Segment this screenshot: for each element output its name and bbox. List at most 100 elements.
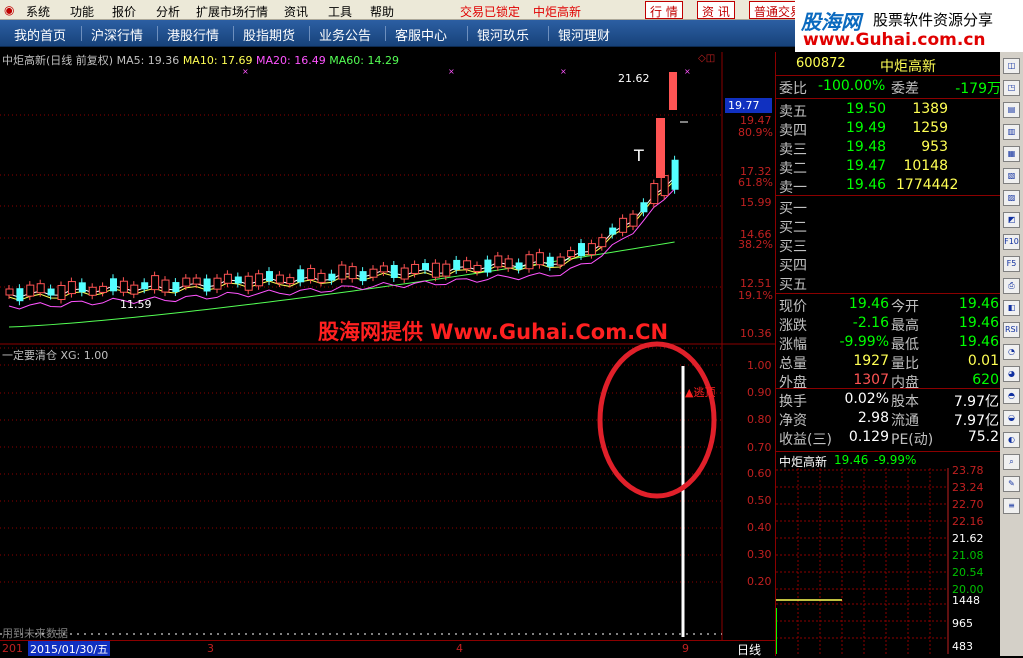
zoom-icon[interactable]: ⌕ — [1003, 454, 1020, 470]
ind-axis-2: 0.80 — [747, 413, 772, 426]
pct-axis-3: 19.1% — [738, 289, 773, 302]
escape-top-signal: ▲逃顶 — [685, 386, 716, 399]
menu-analysis[interactable]: 分析 — [156, 3, 180, 20]
compare-icon[interactable]: ▨ — [1003, 190, 1020, 206]
sell-level-3[interactable]: 卖三 19.48 953 — [776, 139, 1001, 158]
info-icon[interactable]: ◳ — [1003, 80, 1020, 96]
mini-axis-2: 22.70 — [952, 498, 984, 511]
macd-icon[interactable]: ◕ — [1003, 366, 1020, 382]
menu-function[interactable]: 功能 — [70, 3, 94, 20]
nav-hk[interactable]: 港股行情 — [167, 25, 219, 44]
mini-axis-4: 21.62 — [952, 532, 984, 545]
kline-icon[interactable]: ▥ — [1003, 124, 1020, 140]
stock-code: 600872 — [796, 56, 846, 71]
minute-chart-icon[interactable]: ▤ — [1003, 102, 1020, 118]
info-button[interactable]: 资 讯 — [697, 1, 735, 19]
svg-text:×: × — [560, 67, 567, 76]
watermark-text: 股海网提供 Www.Guhai.Com.CN — [318, 320, 669, 344]
search-icon[interactable]: ◐ — [1003, 432, 1020, 448]
quote-button[interactable]: 行 情 — [645, 1, 683, 19]
menu-tools[interactable]: 工具 — [328, 3, 352, 20]
nav-yinhe-licai[interactable]: 银河理财 — [558, 25, 610, 44]
month-9: 9 — [682, 642, 689, 655]
t-marker: T — [634, 146, 644, 165]
nav-home[interactable]: 我的首页 — [14, 25, 66, 44]
price-tag: 19.77 — [728, 99, 760, 112]
ind-axis-1: 0.90 — [747, 386, 772, 399]
sell-level-2[interactable]: 卖二 19.47 10148 — [776, 158, 1001, 177]
stat-row-7: 收益(三) 0.129 PE(动) 75.2 — [779, 429, 999, 448]
status-locked: 交易已锁定 — [460, 5, 521, 19]
ind-axis-6: 0.40 — [747, 521, 772, 534]
mini-vol-axis-1: 965 — [952, 617, 973, 630]
buy-level-1[interactable]: 买一 — [776, 198, 1001, 217]
ma10-label: MA10: 17.69 — [182, 54, 253, 67]
kd-icon[interactable]: ◔ — [1003, 344, 1020, 360]
cursor-date: 2015/01/30/五 — [28, 641, 111, 656]
date-left: 201 — [2, 642, 23, 655]
buy-level-2[interactable]: 买二 — [776, 217, 1001, 236]
ma60-label: MA60: 14.29 — [329, 54, 399, 67]
nav-futures[interactable]: 股指期货 — [243, 25, 295, 44]
nav-yinhe-jiule[interactable]: 银河玖乐 — [477, 25, 529, 44]
indicator-title: 一定要清仓 XG: 1.00 — [2, 349, 109, 362]
stock-icon[interactable]: ◫ — [1003, 58, 1020, 74]
logo-url: www.Guhai.com.cn — [803, 30, 986, 50]
pct-axis-2: 38.2% — [738, 238, 773, 251]
stat-row-1: 涨跌 -2.16 最高 19.46 — [779, 315, 999, 334]
ind-axis-5: 0.50 — [747, 494, 772, 507]
mini-vol-axis-0: 1448 — [952, 594, 980, 607]
candlesticks — [5, 72, 688, 306]
stat-row-6: 净资 2.98 流通 7.97亿 — [779, 410, 999, 429]
low-label: 11.59 — [120, 298, 152, 311]
sell-level-4[interactable]: 卖四 19.49 1259 — [776, 120, 1001, 139]
menu-system[interactable]: 系统 — [26, 3, 50, 20]
buy-level-5[interactable]: 买五 — [776, 274, 1001, 293]
menu-ext-market[interactable]: 扩展市场行情 — [196, 3, 268, 20]
trade-button[interactable]: 普通交易 — [749, 1, 797, 19]
weibi-row: 委比 -100.00% 委差 -179万 — [779, 78, 1001, 97]
chart-control-icon[interactable]: ◇◫ — [698, 53, 715, 64]
period-label[interactable]: 日线 — [737, 641, 761, 658]
high-label: 21.62 — [618, 72, 650, 85]
right-toolbar: ◫ ◳ ▤ ▥ ▦ ▧ ▨ ◩ F10 F5 ⎙ ◧ RSI ◔ ◕ ◓ ◒ ◐ ⌕ ✎ ≡ — [1000, 52, 1023, 656]
grid-icon[interactable]: ▦ — [1003, 146, 1020, 162]
menu-quote[interactable]: 报价 — [112, 3, 136, 20]
settings-icon[interactable]: ◓ — [1003, 388, 1020, 404]
nav-sh-sz[interactable]: 沪深行情 — [91, 25, 143, 44]
chart-title: 中炬高新(日线 前复权) — [2, 54, 114, 67]
mini-pct: -9.99% — [874, 453, 917, 467]
buy-level-4[interactable]: 买四 — [776, 255, 1001, 274]
tool-icon[interactable]: ✎ — [1003, 476, 1020, 492]
window-icon[interactable]: ◒ — [1003, 410, 1020, 426]
ind-axis-0: 1.00 — [747, 359, 772, 372]
refresh-icon[interactable]: ◩ — [1003, 212, 1020, 228]
more-icon[interactable]: ≡ — [1003, 498, 1020, 514]
sell-level-5[interactable]: 卖五 19.50 1389 — [776, 101, 1001, 120]
stat-row-0: 现价 19.46 今开 19.46 — [779, 296, 999, 315]
list-icon[interactable]: ▧ — [1003, 168, 1020, 184]
f5-icon[interactable]: F5 — [1003, 256, 1020, 272]
menu-info[interactable]: 资讯 — [284, 3, 308, 20]
f10-icon[interactable]: F10 — [1003, 234, 1020, 250]
mini-axis-1: 23.24 — [952, 481, 984, 494]
rsi-icon[interactable]: RSI — [1003, 322, 1020, 338]
mini-axis-0: 23.78 — [952, 464, 984, 477]
date-axis: 201 2015/01/30/五 3 4 9 日线 — [0, 640, 775, 658]
sell-level-1[interactable]: 卖一 19.46 1774442 — [776, 177, 1001, 196]
nav-service[interactable]: 客服中心 — [395, 25, 447, 44]
kline-chart-area[interactable]: × × × × — [0, 52, 775, 640]
site-logo: 股海网 股票软件资源分享 www.Guhai.com.cn — [795, 0, 1023, 52]
logo-slogan: 股票软件资源分享 — [873, 11, 994, 29]
app-logo-icon: ◉ — [4, 3, 15, 17]
stock-name: 中炬高新 — [880, 59, 936, 75]
buy-level-3[interactable]: 买三 — [776, 236, 1001, 255]
nav-notice[interactable]: 业务公告 — [319, 25, 371, 44]
svg-text:×: × — [448, 67, 455, 76]
menu-help[interactable]: 帮助 — [370, 3, 394, 20]
pct-axis-1: 61.8% — [738, 176, 773, 189]
ind-axis-4: 0.60 — [747, 467, 772, 480]
chart-icon[interactable]: ◧ — [1003, 300, 1020, 316]
print-icon[interactable]: ⎙ — [1003, 278, 1020, 294]
month-4: 4 — [456, 642, 463, 655]
